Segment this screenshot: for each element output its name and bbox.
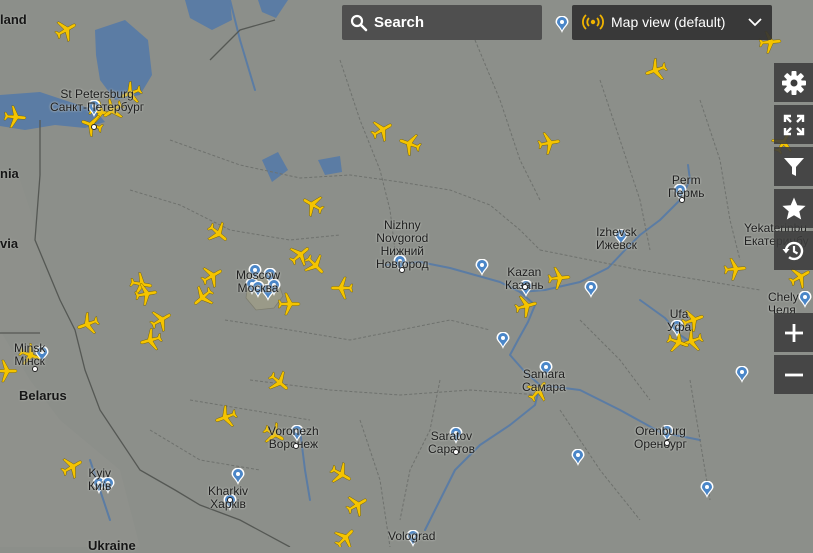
city-label-volgograd: Volograd — [388, 529, 436, 543]
city-label-voronezh: Voronezh Воронеж — [268, 424, 319, 451]
city-label-st-petersburg: St Petersburg Санкт-Петербург — [50, 87, 145, 114]
filter-button[interactable] — [774, 147, 813, 186]
city-label-minsk: Minsk Мінск — [14, 341, 46, 368]
plus-icon — [784, 323, 803, 342]
map-view-dropdown[interactable]: Map view (default) — [572, 5, 772, 40]
country-label-ukraine: Ukraine — [88, 538, 136, 553]
country-label-latvia: nia — [0, 166, 19, 181]
fullscreen-button[interactable] — [774, 105, 813, 144]
minus-icon — [784, 373, 803, 376]
chevron-down-icon — [748, 18, 762, 27]
city-label-izhevsk: Izhevsk Ижевск — [596, 225, 637, 252]
city-label-kazan: Kazan Казань — [505, 265, 544, 292]
flight-map[interactable] — [0, 0, 813, 547]
city-label-moscow: Moscow Москва — [236, 268, 281, 295]
star-icon — [781, 197, 806, 219]
radar-icon — [582, 14, 604, 30]
favorites-button[interactable] — [774, 189, 813, 228]
settings-button[interactable] — [774, 63, 813, 102]
city-label-saratov: Saratov Саратов — [428, 429, 475, 456]
search-label: Search — [374, 14, 425, 31]
zoom-out-button[interactable] — [774, 355, 813, 394]
search-icon — [350, 14, 368, 32]
city-label-nizhny-novgorod: Nizhny Novgorod Нижний Новгород — [376, 218, 429, 271]
city-label-perm: Perm Пермь — [668, 173, 705, 200]
city-label-samara: Samara Самара — [522, 367, 566, 394]
gear-icon — [781, 70, 806, 95]
filter-icon — [783, 157, 804, 176]
fullscreen-icon — [783, 114, 804, 135]
city-label-kyiv: Kyiv Київ — [88, 466, 112, 493]
city-label-orenburg: Orenburg Оренбург — [634, 424, 687, 451]
country-label-belarus: Belarus — [19, 388, 67, 403]
playback-button[interactable] — [774, 231, 813, 270]
country-label-finland: land — [0, 12, 27, 27]
country-label-lithuania: via — [0, 236, 19, 251]
zoom-in-button[interactable] — [774, 313, 813, 352]
search-input[interactable]: Search — [342, 5, 542, 40]
map-view-label: Map view (default) — [611, 14, 726, 30]
history-icon — [782, 241, 803, 260]
city-label-ufa: Ufa Уфа — [667, 307, 692, 334]
city-label-kharkiv: Kharkiv Харків — [208, 484, 249, 511]
